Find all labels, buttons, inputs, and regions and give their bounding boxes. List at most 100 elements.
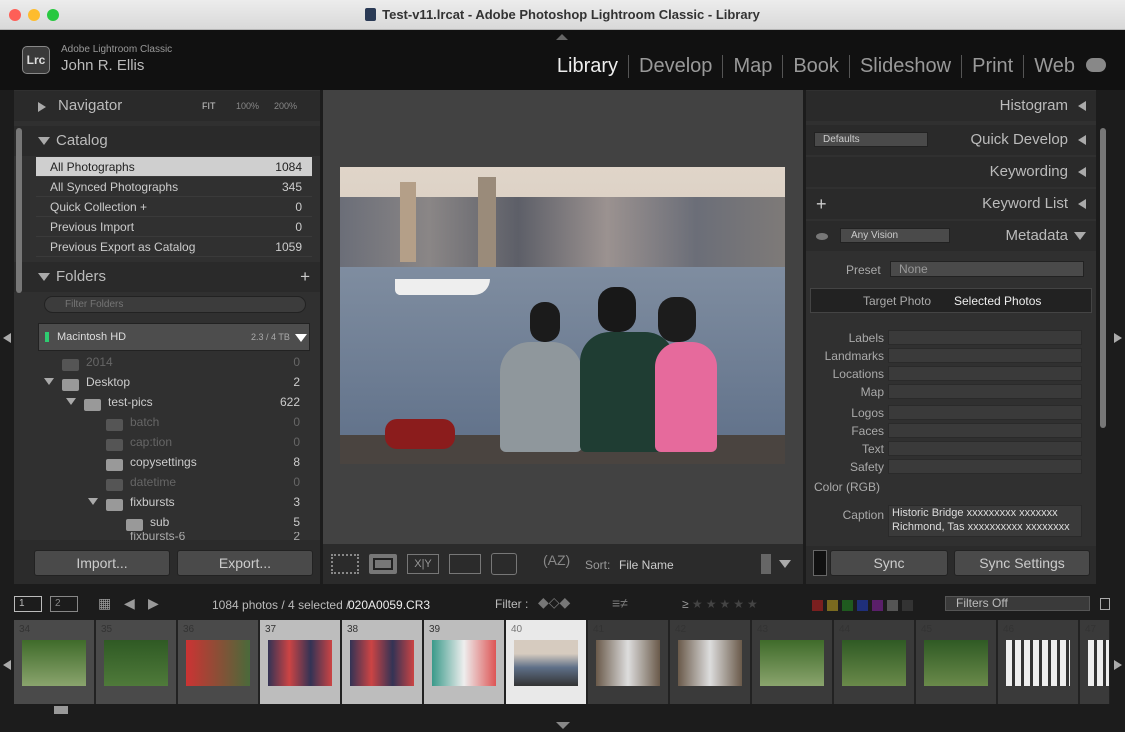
zoom-fit[interactable]: FIT — [202, 91, 216, 121]
film-cell[interactable]: 47 — [1080, 620, 1110, 704]
module-web[interactable]: Web — [1023, 55, 1085, 78]
collapse-filmstrip-icon[interactable] — [556, 722, 570, 729]
add-folder-icon[interactable]: + — [300, 262, 310, 292]
zoom-100[interactable]: 100% — [236, 91, 259, 121]
add-keyword-icon[interactable]: + — [816, 189, 827, 219]
film-cell[interactable]: 45 — [916, 620, 997, 704]
histogram-header[interactable]: Histogram — [806, 91, 1096, 121]
flag-filter-icon[interactable]: ◆◇◆ — [538, 594, 570, 611]
compare-view-icon[interactable]: X|Y — [407, 554, 439, 574]
flag-icon[interactable] — [761, 554, 771, 574]
landmarks-field[interactable] — [888, 348, 1082, 363]
filmstrip-scroll-thumb[interactable] — [54, 706, 68, 714]
people-view-icon[interactable] — [491, 553, 517, 575]
zoom-200[interactable]: 200% — [274, 91, 297, 121]
folder-fixbursts-6[interactable]: fixbursts-6 2 — [34, 532, 312, 540]
edit-filter-icon[interactable]: ≡≠ — [612, 595, 628, 611]
module-slideshow[interactable]: Slideshow — [848, 55, 961, 78]
import-button[interactable]: Import... — [34, 550, 170, 576]
filter-preset-select[interactable]: Filters Off — [945, 596, 1090, 611]
module-print[interactable]: Print — [961, 55, 1023, 78]
safety-field[interactable] — [888, 459, 1082, 474]
film-cell[interactable]: 44 — [834, 620, 915, 704]
catalog-item-previous-import[interactable]: Previous Import 0 — [36, 217, 312, 237]
text-field[interactable] — [888, 441, 1082, 456]
map-field[interactable] — [888, 384, 1082, 399]
logos-field[interactable] — [888, 405, 1082, 420]
survey-view-icon[interactable] — [449, 554, 481, 574]
locations-field[interactable] — [888, 366, 1082, 381]
rating-filter[interactable]: ≥ ★ ★ ★ ★ ★ — [682, 597, 761, 611]
faces-field[interactable] — [888, 423, 1082, 438]
catalog-item-synced[interactable]: All Synced Photographs 345 — [36, 177, 312, 197]
main-photo[interactable] — [340, 167, 785, 464]
export-button[interactable]: Export... — [177, 550, 313, 576]
collapse-top-panel-icon[interactable] — [556, 34, 568, 40]
film-cell[interactable]: 35 — [96, 620, 177, 704]
catalog-item-all-photographs[interactable]: All Photographs 1084 — [36, 157, 312, 177]
film-cell[interactable]: 41 — [588, 620, 669, 704]
catalog-item-previous-export[interactable]: Previous Export as Catalog 1059 — [36, 237, 312, 257]
loupe-view-icon[interactable] — [369, 554, 397, 574]
film-cell[interactable]: 46 — [998, 620, 1079, 704]
catalog-item-quick-collection[interactable]: Quick Collection + 0 — [36, 197, 312, 217]
secondary-window-button[interactable]: 2 — [50, 596, 78, 612]
film-cell[interactable]: 36 — [178, 620, 259, 704]
filmstrip-scroll-left-icon[interactable] — [3, 660, 11, 670]
metadata-header[interactable]: Any Vision Metadata — [806, 221, 1096, 251]
back-arrow-icon[interactable]: ◀ — [124, 595, 135, 612]
keyword-list-header[interactable]: + Keyword List — [806, 189, 1096, 219]
folder-desktop[interactable]: Desktop 2 — [34, 372, 312, 392]
folders-header[interactable]: Folders + — [14, 262, 320, 292]
film-cell-active[interactable]: 40 — [506, 620, 587, 704]
module-develop[interactable]: Develop — [628, 55, 722, 78]
folder-fixbursts[interactable]: fixbursts 3 — [34, 492, 312, 512]
forward-arrow-icon[interactable]: ▶ — [148, 595, 159, 612]
folder-test-pics[interactable]: test-pics 622 — [34, 392, 312, 412]
film-cell-selected[interactable]: 38 — [342, 620, 423, 704]
toolbar-menu-icon[interactable] — [779, 560, 791, 568]
volume-bar[interactable]: Macintosh HD 2.3 / 4 TB — [38, 323, 310, 351]
target-photo-option[interactable]: Target Photo — [863, 294, 931, 308]
folder-batch[interactable]: batch 0 — [34, 412, 312, 432]
volume-menu-icon[interactable] — [295, 334, 307, 342]
folder-2014[interactable]: 2014 0 — [34, 352, 312, 372]
module-map[interactable]: Map — [722, 55, 782, 78]
quick-develop-header[interactable]: Defaults Quick Develop — [806, 125, 1096, 155]
metadata-set-select[interactable]: Any Vision — [840, 228, 950, 243]
metadata-preset-select[interactable]: None — [890, 261, 1084, 277]
right-panel-scrollbar[interactable] — [1100, 128, 1106, 428]
folder-sub[interactable]: sub 5 — [34, 512, 312, 532]
labels-field[interactable] — [888, 330, 1082, 345]
module-book[interactable]: Book — [782, 55, 849, 78]
film-cell[interactable]: 43 — [752, 620, 833, 704]
collapse-right-panel-icon[interactable] — [1114, 333, 1122, 343]
sort-direction-icon[interactable]: (AZ) — [543, 552, 570, 568]
left-panel-scrollbar[interactable] — [16, 128, 22, 293]
caption-field[interactable]: Historic Bridge xxxxxxxxx xxxxxxx Richmo… — [888, 505, 1082, 537]
film-cell-selected[interactable]: 37 — [260, 620, 341, 704]
auto-sync-toggle[interactable] — [813, 550, 827, 576]
selected-photos-option[interactable]: Selected Photos — [954, 294, 1041, 308]
primary-window-button[interactable]: 1 — [14, 596, 42, 612]
module-library[interactable]: Library — [547, 55, 628, 78]
folder-datetime[interactable]: datetime 0 — [34, 472, 312, 492]
grid-icon[interactable]: ▦ — [98, 595, 111, 612]
eye-icon[interactable] — [816, 233, 828, 240]
folder-caption[interactable]: cap:tion 0 — [34, 432, 312, 452]
sync-button[interactable]: Sync — [830, 550, 948, 576]
navigator-header[interactable]: Navigator FIT 100% 200% — [14, 91, 320, 121]
keywording-header[interactable]: Keywording — [806, 157, 1096, 187]
grid-view-icon[interactable] — [331, 554, 359, 574]
color-label-filter[interactable] — [812, 599, 917, 613]
film-cell[interactable]: 34 — [14, 620, 95, 704]
filter-folders-input[interactable] — [44, 296, 306, 313]
folder-copysettings[interactable]: copysettings 8 — [34, 452, 312, 472]
catalog-header[interactable]: Catalog — [14, 126, 320, 156]
sort-select[interactable]: File Name — [619, 558, 674, 572]
quick-develop-preset-select[interactable]: Defaults — [814, 132, 928, 147]
selected-filename[interactable]: 020A0059.CR3 — [348, 598, 430, 612]
film-cell-selected[interactable]: 39 — [424, 620, 505, 704]
cloud-sync-icon[interactable] — [1086, 58, 1106, 72]
film-cell[interactable]: 42 — [670, 620, 751, 704]
